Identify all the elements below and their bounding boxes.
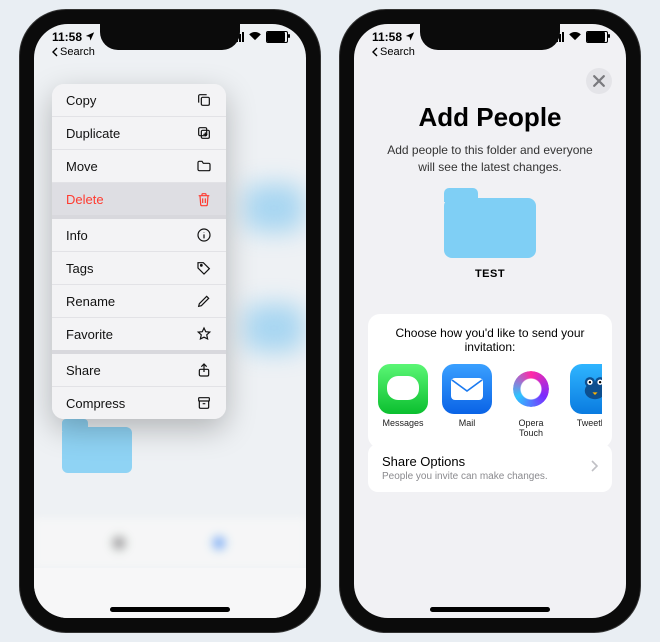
menu-item-label: Copy — [66, 93, 96, 108]
status-time: 11:58 — [52, 30, 82, 44]
menu-item-move[interactable]: Move — [52, 149, 226, 182]
menu-item-delete[interactable]: Delete — [52, 182, 226, 215]
phone-left: 11:58 Search — [20, 10, 320, 632]
menu-item-copy[interactable]: Copy — [52, 84, 226, 116]
folder-name: TEST — [354, 268, 626, 280]
menu-item-label: Tags — [66, 261, 93, 276]
menu-item-info[interactable]: Info — [52, 215, 226, 251]
context-menu: Copy Duplicate Move Delete Info Tags Rename Fav… — [52, 84, 226, 419]
location-icon — [405, 30, 415, 44]
menu-item-label: Share — [66, 363, 101, 378]
blurred-folder-icon — [244, 184, 304, 232]
menu-item-label: Duplicate — [66, 126, 120, 141]
battery-icon — [586, 31, 608, 43]
home-indicator[interactable] — [110, 607, 230, 612]
share-app-mail[interactable]: Mail — [442, 364, 492, 438]
back-label: Search — [380, 46, 415, 58]
share-app-tweetbot[interactable]: Tweetbot — [570, 364, 602, 438]
blurred-tabbar — [34, 518, 306, 568]
share-app-label: Opera Touch — [506, 418, 556, 438]
phone-right: 11:58 Search — [340, 10, 640, 632]
pencil-icon — [196, 293, 212, 309]
menu-item-duplicate[interactable]: Duplicate — [52, 116, 226, 149]
menu-item-label: Delete — [66, 192, 104, 207]
chooser-title: Choose how you'd like to send your invit… — [378, 326, 602, 354]
info-icon — [196, 227, 212, 243]
share-apps-card: Choose how you'd like to send your invit… — [368, 314, 612, 448]
menu-item-label: Move — [66, 159, 98, 174]
back-label: Search — [60, 46, 95, 58]
wifi-icon — [248, 30, 262, 44]
share-app-messages[interactable]: Messages — [378, 364, 428, 438]
menu-item-label: Rename — [66, 294, 115, 309]
sheet-title: Add People — [354, 102, 626, 133]
screen-right: 11:58 Search — [354, 24, 626, 618]
share-app-opera[interactable]: Opera Touch — [506, 364, 556, 438]
messages-app-icon — [378, 364, 428, 414]
folder-preview-icon — [444, 188, 536, 258]
share-options-row[interactable]: Share Options People you invite can make… — [368, 444, 612, 492]
duplicate-icon — [196, 125, 212, 141]
back-button[interactable]: Search — [52, 46, 95, 58]
mail-app-icon — [442, 364, 492, 414]
back-button[interactable]: Search — [372, 46, 415, 58]
menu-item-tags[interactable]: Tags — [52, 251, 226, 284]
menu-item-favorite[interactable]: Favorite — [52, 317, 226, 350]
battery-icon — [266, 31, 288, 43]
menu-item-label: Favorite — [66, 327, 113, 342]
share-app-label: Mail — [442, 418, 492, 428]
share-app-label: Tweetbot — [570, 418, 602, 428]
menu-item-label: Info — [66, 228, 88, 243]
trash-icon — [196, 191, 212, 207]
wifi-icon — [568, 30, 582, 44]
share-options-title: Share Options — [382, 454, 548, 469]
tweetbot-app-icon — [570, 364, 602, 414]
menu-item-label: Compress — [66, 396, 125, 411]
status-time: 11:58 — [372, 30, 402, 44]
menu-item-compress[interactable]: Compress — [52, 386, 226, 419]
close-button[interactable] — [586, 68, 612, 94]
share-options-subtitle: People you invite can make changes. — [382, 471, 548, 482]
copy-icon — [196, 92, 212, 108]
home-indicator[interactable] — [430, 607, 550, 612]
share-icon — [196, 362, 212, 378]
chevron-right-icon — [590, 459, 598, 477]
menu-item-rename[interactable]: Rename — [52, 284, 226, 317]
archive-icon — [196, 395, 212, 411]
location-icon — [85, 30, 95, 44]
sheet-subtitle: Add people to this folder and everyone w… — [378, 142, 602, 176]
share-app-label: Messages — [378, 418, 428, 428]
star-icon — [196, 326, 212, 342]
opera-app-icon — [506, 364, 556, 414]
blurred-folder-icon — [244, 304, 304, 352]
folder-icon — [196, 158, 212, 174]
menu-item-share[interactable]: Share — [52, 350, 226, 386]
tag-icon — [196, 260, 212, 276]
selected-folder-icon[interactable] — [62, 419, 132, 473]
screen-left: 11:58 Search — [34, 24, 306, 618]
